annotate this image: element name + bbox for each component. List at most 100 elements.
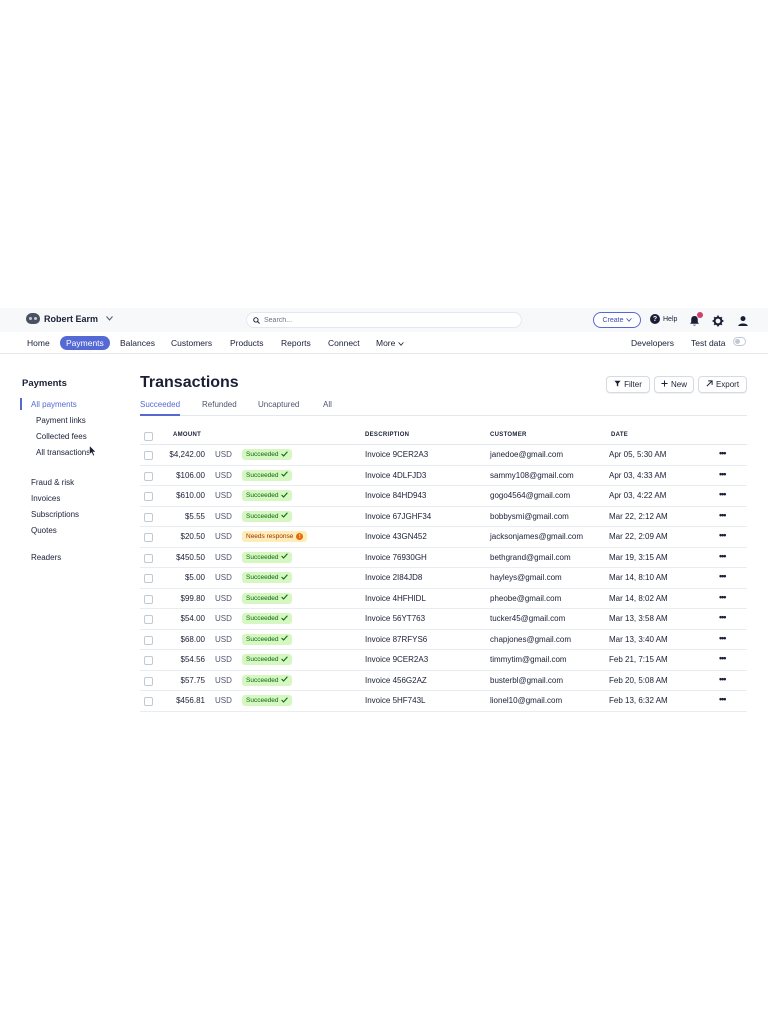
nav-more[interactable]: More bbox=[376, 336, 405, 350]
account-name: Robert Earm bbox=[44, 313, 99, 324]
row-more-actions-button[interactable]: ••• bbox=[719, 612, 727, 622]
row-more-actions-button[interactable]: ••• bbox=[719, 633, 727, 643]
row-checkbox[interactable] bbox=[144, 635, 153, 645]
row-more-actions-button[interactable]: ••• bbox=[719, 448, 727, 458]
row-more-actions-button[interactable]: ••• bbox=[719, 510, 727, 520]
mouse-cursor-icon bbox=[89, 444, 97, 462]
row-checkbox[interactable] bbox=[144, 697, 153, 706]
test-data-toggle[interactable] bbox=[733, 337, 746, 346]
new-button[interactable]: New bbox=[654, 376, 694, 393]
row-more-actions-button[interactable]: ••• bbox=[719, 653, 727, 663]
row-more-actions-button[interactable]: ••• bbox=[719, 694, 727, 704]
row-customer: gogo4564@gmail.com bbox=[490, 491, 571, 500]
nav-products[interactable]: Products bbox=[230, 336, 264, 350]
tab-succeeded[interactable]: Succeeded bbox=[140, 400, 181, 416]
nav-balances[interactable]: Balances bbox=[120, 336, 155, 350]
sidebar-item-payment-links[interactable]: Payment links bbox=[36, 416, 86, 425]
row-checkbox[interactable] bbox=[144, 512, 153, 522]
row-checkbox[interactable] bbox=[144, 533, 153, 542]
column-header-customer[interactable]: CUSTOMER bbox=[490, 432, 527, 438]
table-row[interactable]: $57.75 USD Succeeded Invoice 456G2AZ busterb… bbox=[140, 671, 747, 691]
settings-button[interactable] bbox=[712, 314, 724, 327]
status-badge: Succeeded bbox=[242, 572, 292, 583]
help-button[interactable]: ? Help bbox=[650, 314, 677, 324]
table-row[interactable]: $106.00 USD Succeeded Invoice 4DLFJD3 sammy1… bbox=[140, 466, 747, 486]
sidebar-item-all-transactions[interactable]: All transactions bbox=[36, 448, 96, 457]
tab-all[interactable]: All bbox=[323, 400, 332, 416]
row-checkbox[interactable] bbox=[144, 676, 153, 686]
row-currency: USD bbox=[215, 511, 232, 521]
table-row[interactable]: $99.80 USD Succeeded Invoice 4HFHIDL pheobe@… bbox=[140, 589, 747, 609]
row-more-actions-button[interactable]: ••• bbox=[719, 530, 727, 540]
nav-developers[interactable]: Developers bbox=[631, 336, 674, 350]
row-checkbox[interactable] bbox=[144, 553, 153, 563]
status-label: Succeeded bbox=[246, 471, 279, 479]
checkmark-icon bbox=[280, 553, 288, 561]
row-currency: USD bbox=[215, 675, 232, 685]
column-header-date[interactable]: DATE bbox=[611, 432, 628, 438]
status-label: Succeeded bbox=[246, 594, 279, 602]
table-row[interactable]: $4,242.00 USD Succeeded Invoice 9CER2A3 jane… bbox=[140, 445, 747, 466]
row-currency: USD bbox=[215, 696, 232, 705]
account-switcher[interactable]: Robert Earm bbox=[26, 313, 113, 324]
row-description: Invoice 9CER2A3 bbox=[365, 655, 429, 664]
table-row[interactable]: $68.00 USD Succeeded Invoice 87RFYS6 chapjon… bbox=[140, 630, 747, 650]
row-more-actions-button[interactable]: ••• bbox=[719, 489, 727, 499]
sidebar-item-fraud-risk[interactable]: Fraud & risk bbox=[31, 478, 74, 487]
table-row[interactable]: $5.55 USD Succeeded Invoice 67JGHF34 bobbysm… bbox=[140, 507, 747, 527]
sidebar-item-quotes[interactable]: Quotes bbox=[31, 526, 57, 535]
row-more-actions-button[interactable]: ••• bbox=[719, 551, 727, 561]
select-all-checkbox[interactable] bbox=[144, 432, 153, 441]
column-header-description[interactable]: DESCRIPTION bbox=[365, 432, 409, 438]
row-checkbox[interactable] bbox=[144, 656, 153, 665]
sidebar-item-collected-fees[interactable]: Collected fees bbox=[36, 432, 87, 441]
new-label: New bbox=[670, 380, 687, 389]
checkmark-icon bbox=[280, 573, 288, 582]
search-icon bbox=[253, 311, 260, 329]
filter-button[interactable]: Filter bbox=[606, 376, 650, 393]
sidebar-item-all-payments[interactable]: All payments bbox=[31, 400, 77, 409]
table-row[interactable]: $456.81 USD Succeeded Invoice 5HF743L lionel… bbox=[140, 691, 747, 712]
row-checkbox[interactable] bbox=[144, 574, 153, 583]
nav-customers[interactable]: Customers bbox=[171, 336, 212, 350]
table-row[interactable]: $54.00 USD Succeeded Invoice 56YT763 tucker4… bbox=[140, 609, 747, 630]
tab-uncaptured[interactable]: Uncaptured bbox=[258, 400, 299, 416]
transactions-table: $4,242.00 USD Succeeded Invoice 9CER2A3 jane… bbox=[140, 445, 747, 712]
row-more-actions-button[interactable]: ••• bbox=[719, 571, 727, 581]
profile-button[interactable] bbox=[737, 314, 749, 326]
nav-home[interactable]: Home bbox=[27, 336, 50, 350]
help-label: Help bbox=[663, 315, 678, 323]
row-date: Mar 22, 2:12 AM bbox=[609, 511, 668, 521]
row-checkbox[interactable] bbox=[144, 471, 153, 481]
status-label: Succeeded bbox=[246, 676, 279, 684]
row-currency: USD bbox=[215, 593, 232, 603]
row-checkbox[interactable] bbox=[144, 594, 153, 604]
row-checkbox[interactable] bbox=[144, 615, 153, 624]
row-more-actions-button[interactable]: ••• bbox=[719, 592, 727, 602]
row-more-actions-button[interactable]: ••• bbox=[719, 469, 727, 479]
nav-payments[interactable]: Payments bbox=[60, 336, 110, 350]
column-header-amount[interactable]: AMOUNT bbox=[173, 432, 201, 438]
row-checkbox[interactable] bbox=[144, 451, 153, 460]
table-row[interactable]: $5.00 USD Succeeded Invoice 2I84JD8 hayleys@… bbox=[140, 568, 747, 589]
sidebar-item-invoices[interactable]: Invoices bbox=[31, 494, 60, 503]
export-button[interactable]: Export bbox=[698, 376, 747, 393]
search-bar[interactable] bbox=[246, 312, 522, 328]
tab-refunded[interactable]: Refunded bbox=[202, 400, 237, 416]
notifications-button[interactable] bbox=[689, 312, 703, 326]
search-input[interactable] bbox=[264, 316, 504, 324]
status-badge: Succeeded bbox=[242, 490, 292, 501]
create-button[interactable]: Create bbox=[593, 312, 641, 328]
account-logo-icon bbox=[26, 313, 40, 324]
table-row[interactable]: $610.00 USD Succeeded Invoice 84HD943 gogo45… bbox=[140, 486, 747, 507]
filter-label: Filter bbox=[624, 380, 642, 389]
row-more-actions-button[interactable]: ••• bbox=[719, 674, 727, 684]
table-row[interactable]: $20.50 USD Needs response! Invoice 43GN452 j… bbox=[140, 527, 747, 548]
nav-connect[interactable]: Connect bbox=[328, 336, 360, 350]
sidebar-item-readers[interactable]: Readers bbox=[31, 553, 61, 562]
row-checkbox[interactable] bbox=[144, 492, 153, 501]
sidebar-item-subscriptions[interactable]: Subscriptions bbox=[31, 510, 79, 519]
table-row[interactable]: $54.56 USD Succeeded Invoice 9CER2A3 timmyti… bbox=[140, 650, 747, 671]
table-row[interactable]: $450.50 USD Succeeded Invoice 76930GH bethgr… bbox=[140, 548, 747, 568]
nav-reports[interactable]: Reports bbox=[281, 336, 311, 350]
